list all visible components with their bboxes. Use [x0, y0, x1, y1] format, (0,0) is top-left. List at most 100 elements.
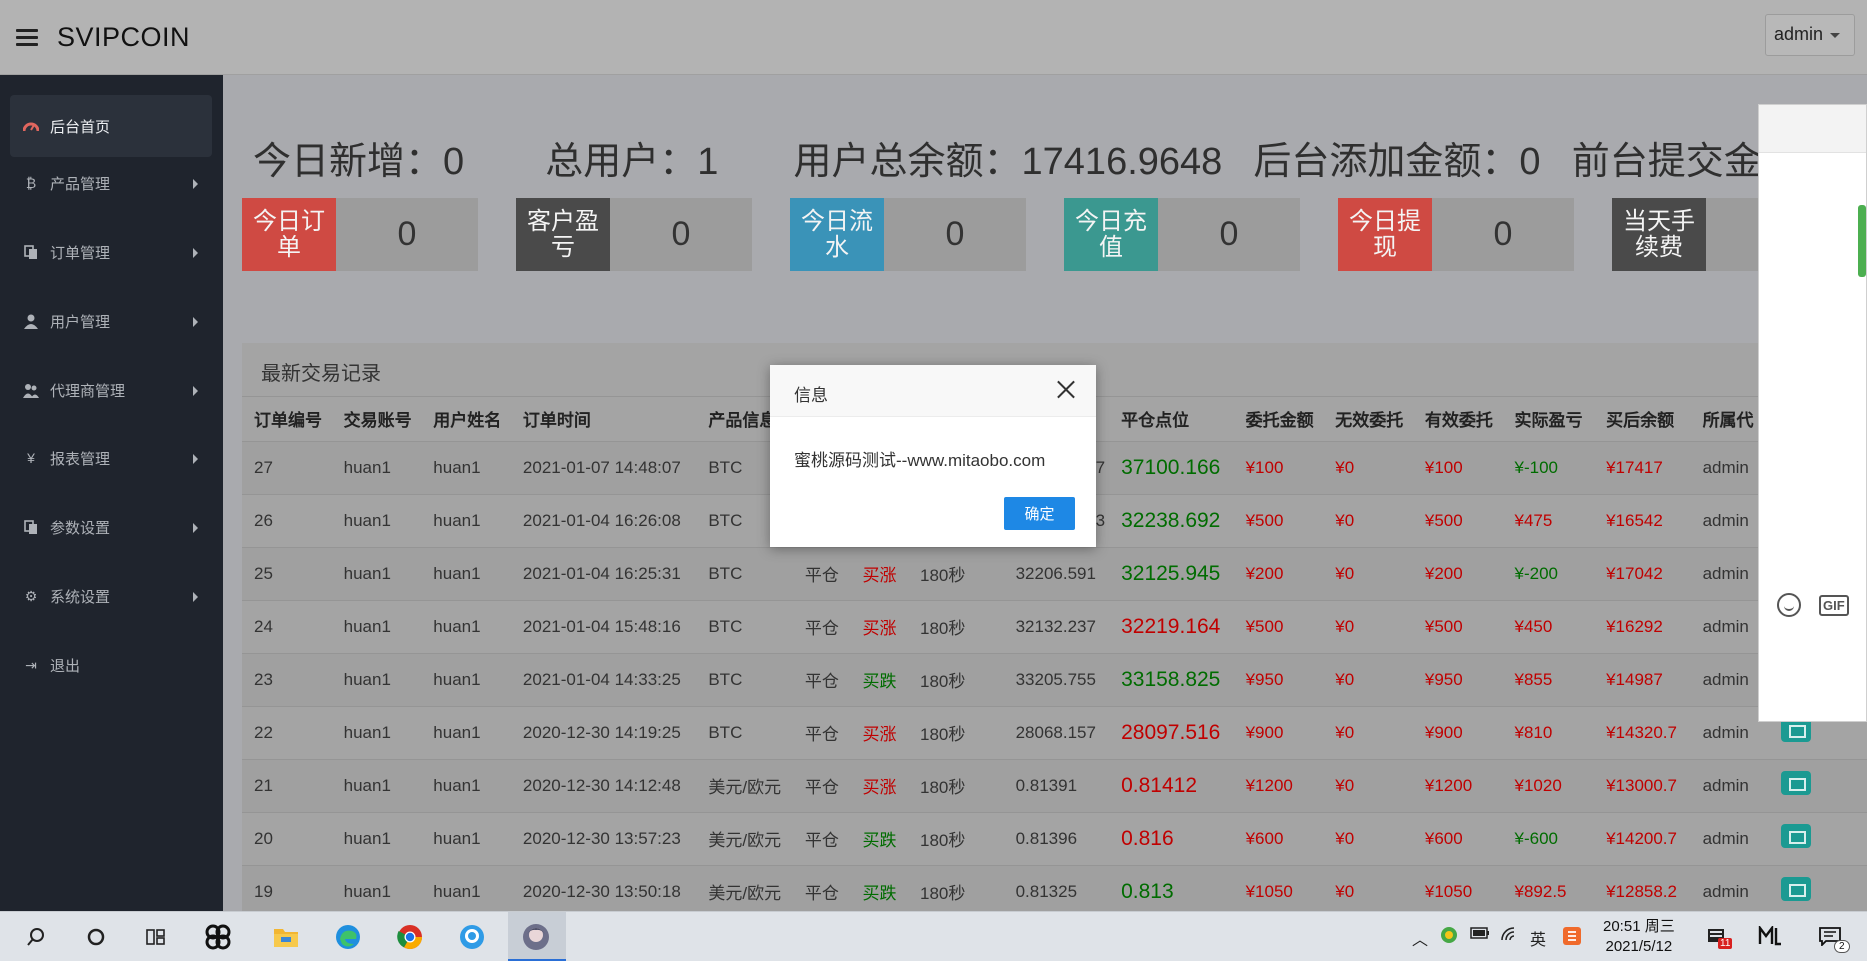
cell-valid: ¥500	[1412, 600, 1503, 654]
sidebar-item-orders[interactable]: 订单管理	[10, 221, 212, 283]
cell-actual-pnl: ¥-200	[1502, 547, 1595, 601]
chat-panel-scrollbar[interactable]	[1858, 205, 1866, 277]
cell-close-price: 37100.166	[1109, 441, 1234, 495]
gears-icon: ⚙	[24, 587, 38, 604]
cell-direction: 买涨	[850, 600, 909, 654]
sidebar-item-system[interactable]: ⚙ 系统设置	[10, 565, 212, 627]
qq-browser-icon[interactable]	[456, 922, 488, 952]
sidebar-item-agents[interactable]: 代理商管理	[10, 359, 212, 421]
cell-duration: 180秒	[908, 653, 1004, 707]
cell-amount: ¥1200	[1233, 759, 1324, 813]
menu-toggle-icon[interactable]	[16, 29, 38, 47]
active-app-avatar-icon[interactable]	[520, 922, 552, 952]
col-username: 用户姓名	[421, 397, 511, 442]
table-row: 24 huan1 huan1 2021-01-04 15:48:16 BTC 平…	[242, 600, 1867, 654]
chrome-browser-icon[interactable]	[394, 922, 426, 952]
sidebar-item-logout[interactable]: ⇥ 退出	[10, 634, 212, 696]
cell-valid: ¥1200	[1412, 759, 1503, 813]
cell-open-price: 0.81396	[1003, 812, 1110, 866]
view-detail-button[interactable]	[1780, 824, 1811, 848]
cell-close-price: 33158.825	[1109, 653, 1234, 707]
cell-invalid: ¥0	[1323, 494, 1413, 548]
caret-right-icon	[193, 248, 198, 258]
caret-right-icon	[193, 454, 198, 464]
table-row: 22 huan1 huan1 2020-12-30 14:19:25 BTC 平…	[242, 706, 1867, 760]
ime-indicator[interactable]: 英	[1530, 926, 1546, 950]
security-tray-icon[interactable]	[1440, 926, 1458, 949]
sidebar-item-users[interactable]: 用户管理	[10, 290, 212, 352]
stat-label: 当天手续费	[1612, 198, 1706, 271]
chevron-up-icon[interactable]: ︿	[1412, 926, 1428, 950]
cell-duration: 180秒	[908, 547, 1004, 601]
cell-open-price: 0.81391	[1003, 759, 1110, 813]
summary-line: 今日新增：0 总用户：1 用户总余额：17416.9648 后台添加金额：0 前…	[253, 130, 1838, 185]
cell-actual-pnl: ¥475	[1502, 494, 1595, 548]
battery-icon[interactable]	[1470, 926, 1490, 945]
cell-balance-after: ¥16542	[1594, 494, 1691, 548]
cell-username: huan1	[421, 494, 511, 548]
view-detail-button[interactable]	[1780, 771, 1811, 795]
dashboard-icon	[22, 118, 40, 134]
sogou-ime-icon[interactable]	[1562, 926, 1582, 951]
cell-balance-after: ¥17417	[1594, 441, 1691, 495]
cell-status: 平仓	[792, 759, 851, 813]
chat-panel-header	[1759, 105, 1866, 153]
caret-right-icon	[193, 523, 198, 533]
cell-invalid: ¥0	[1323, 600, 1413, 654]
cell-actual-pnl: ¥855	[1502, 653, 1595, 707]
top-bar: SVIPCOIN admin	[0, 0, 1867, 75]
view-detail-button[interactable]	[1780, 877, 1811, 901]
cell-account: huan1	[331, 600, 422, 654]
confirm-button[interactable]: 确定	[1004, 497, 1075, 530]
search-icon[interactable]	[20, 922, 52, 952]
sidebar-item-label: 退出	[50, 657, 81, 675]
copy-icon	[22, 244, 40, 260]
yen-icon: ¥	[27, 450, 35, 466]
col-amount: 委托金额	[1233, 397, 1324, 442]
cell-order-id: 27	[242, 441, 332, 495]
cell-order-id: 26	[242, 494, 332, 548]
sidebar-item-products[interactable]: ₿ 产品管理	[10, 152, 212, 214]
user-menu-button[interactable]: admin	[1765, 14, 1855, 56]
app-pinwheel-icon[interactable]	[202, 922, 234, 952]
edge-browser-icon[interactable]	[332, 922, 364, 952]
file-explorer-icon[interactable]	[270, 922, 302, 952]
sidebar-item-label: 参数设置	[50, 519, 111, 537]
cell-account: huan1	[331, 759, 422, 813]
summary-total-users: 总用户：1	[545, 141, 719, 183]
cell-product: BTC	[696, 706, 793, 760]
cell-close-price: 0.81412	[1109, 759, 1234, 813]
cell-account: huan1	[331, 706, 422, 760]
task-view-icon[interactable]	[140, 922, 172, 952]
cell-actual-pnl: ¥1020	[1502, 759, 1595, 813]
wifi-icon[interactable]	[1500, 926, 1520, 947]
cell-balance-after: ¥14320.7	[1594, 706, 1691, 760]
app-logo-icon[interactable]	[1758, 924, 1782, 951]
sidebar: 后台首页 ₿ 产品管理 订单管理 用户管理 代理商管理 ¥ 报表管理 参数设置	[0, 75, 223, 911]
cell-account: huan1	[331, 547, 422, 601]
col-invalid: 无效委托	[1323, 397, 1413, 442]
cell-account: huan1	[331, 494, 422, 548]
emoji-icon[interactable]	[1777, 593, 1801, 617]
stat-value: 0	[945, 215, 965, 253]
sidebar-item-home[interactable]: 后台首页	[10, 95, 212, 157]
clock-time: 20:51 周三	[1603, 918, 1675, 935]
stat-card-customer-pnl: 客户盈亏 0	[516, 198, 752, 271]
gif-icon[interactable]: GIF	[1819, 594, 1849, 616]
system-clock[interactable]: 20:51 周三 2021/5/12	[1603, 917, 1675, 957]
sidebar-item-label: 用户管理	[50, 313, 111, 331]
cell-close-price: 32219.164	[1109, 600, 1234, 654]
caret-right-icon	[193, 386, 198, 396]
cortana-icon[interactable]	[80, 922, 112, 952]
cell-valid: ¥500	[1412, 494, 1503, 548]
col-actual-pnl: 实际盈亏	[1502, 397, 1595, 442]
cell-invalid: ¥0	[1323, 441, 1413, 495]
cell-order-time: 2021-01-04 16:25:31	[510, 547, 697, 601]
cell-amount: ¥600	[1233, 812, 1324, 866]
sidebar-item-params[interactable]: 参数设置	[10, 496, 212, 558]
sign-out-icon: ⇥	[25, 656, 37, 673]
close-icon[interactable]	[1057, 380, 1076, 399]
cell-action	[1768, 812, 1867, 866]
chat-toolbar: GIF ✂	[1777, 592, 1867, 618]
sidebar-item-reports[interactable]: ¥ 报表管理	[10, 427, 212, 489]
